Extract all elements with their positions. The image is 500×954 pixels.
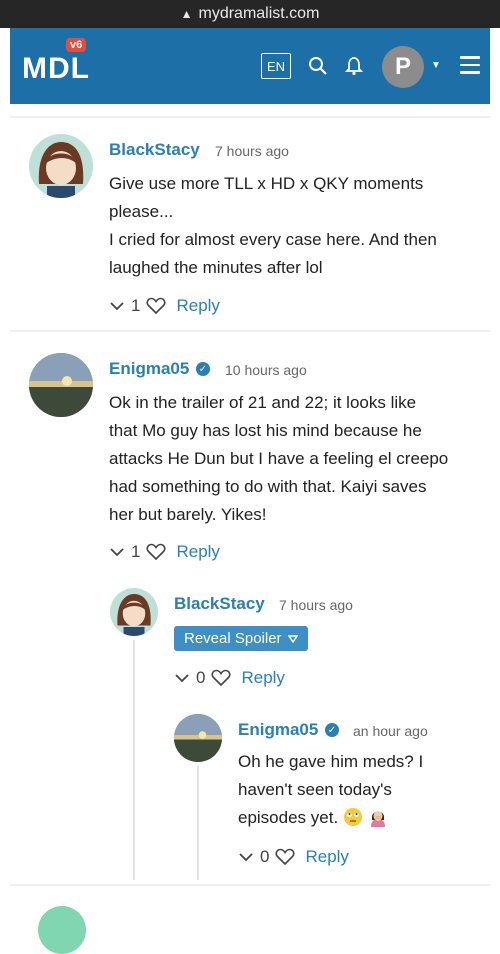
comment-text-line: attacks He Dun but I have a feeling el c… [109, 449, 449, 468]
comment-body: Give use more TLL x HD x QKY moments ple… [109, 170, 479, 282]
triangle-icon: ▲ [180, 7, 193, 21]
facepalm-person-emoji-icon [370, 811, 385, 827]
eye-roll-emoji-icon [343, 808, 362, 826]
comment-actions: 0 Reply [174, 668, 285, 688]
hamburger-menu-icon[interactable] [460, 56, 480, 74]
comment-timestamp: an hour ago [353, 723, 428, 739]
avatar[interactable] [174, 714, 222, 762]
comment-text-line: her but barely. Yikes! [109, 505, 267, 524]
comment-text-line: Ok in the trailer of 21 and 22; it looks… [109, 393, 417, 412]
comment-text-line: Give use more TLL x HD x QKY moments [109, 174, 424, 193]
chevron-down-icon[interactable] [238, 851, 254, 863]
avatar[interactable] [29, 134, 93, 198]
avatar[interactable] [38, 906, 86, 954]
top-navbar: MDL v6 EN P ▼ [10, 28, 490, 104]
comment-text-line: episodes yet. [238, 808, 339, 827]
verified-badge-icon: ✓ [196, 362, 210, 376]
heart-icon[interactable] [275, 848, 295, 866]
comment-text-line: laughed the minutes after lol [109, 258, 323, 277]
like-count: 0 [196, 668, 206, 687]
comment-actions: 1 Reply [109, 296, 220, 316]
chevron-down-icon[interactable]: ▼ [431, 60, 441, 71]
like-count: 1 [131, 296, 141, 315]
reply-button[interactable]: Reply [241, 668, 284, 688]
divider [10, 116, 490, 118]
divider [10, 884, 490, 886]
chevron-down-icon[interactable] [174, 672, 190, 684]
comment-text-line: please... [109, 202, 174, 221]
comment-timestamp: 7 hours ago [279, 597, 353, 613]
bell-icon[interactable] [344, 56, 364, 76]
comment-username[interactable]: Enigma05 [109, 359, 189, 379]
user-avatar[interactable]: P [382, 46, 424, 88]
caret-down-icon [287, 634, 298, 643]
heart-icon[interactable] [146, 297, 166, 315]
comment-username[interactable]: Enigma05 [238, 720, 318, 740]
heart-icon[interactable] [146, 543, 166, 561]
reveal-spoiler-label: Reveal Spoiler [184, 630, 282, 647]
language-button[interactable]: EN [261, 53, 291, 79]
comment-body: Oh he gave him meds? I haven't seen toda… [238, 748, 478, 832]
comment-username[interactable]: BlackStacy [174, 594, 265, 614]
comment-timestamp: 7 hours ago [215, 143, 289, 159]
search-icon[interactable] [308, 56, 328, 76]
comment-text-line: had something to do with that. Kaiyi sav… [109, 477, 427, 496]
comment-text-line-with-emoji: episodes yet. [238, 804, 478, 832]
comment-body: Ok in the trailer of 21 and 22; it looks… [109, 389, 484, 529]
thread-line [197, 766, 199, 880]
comment-actions: 1 Reply [109, 542, 220, 562]
reply-button[interactable]: Reply [305, 847, 348, 867]
avatar[interactable] [29, 353, 93, 417]
like-count: 1 [131, 542, 141, 561]
browser-url-bar[interactable]: ▲ mydramalist.com [0, 0, 500, 28]
verified-badge-icon: ✓ [325, 723, 339, 737]
reply-button[interactable]: Reply [176, 296, 219, 316]
comment-text-line: that Mo guy has lost his mind because he [109, 421, 422, 440]
comment-actions: 0 Reply [238, 847, 349, 867]
comment-text-line: Oh he gave him meds? I [238, 752, 424, 771]
like-count: 0 [260, 847, 270, 866]
comment-timestamp: 10 hours ago [225, 362, 307, 378]
comment-text-line: I cried for almost every case here. And … [109, 230, 437, 249]
version-badge: v6 [66, 38, 87, 52]
thread-line [133, 640, 135, 880]
divider [10, 330, 490, 332]
chevron-down-icon[interactable] [109, 546, 125, 558]
reveal-spoiler-button[interactable]: Reveal Spoiler [174, 626, 308, 651]
comment-username[interactable]: BlackStacy [109, 140, 200, 160]
chevron-down-icon[interactable] [109, 300, 125, 312]
heart-icon[interactable] [211, 669, 231, 687]
reply-button[interactable]: Reply [176, 542, 219, 562]
comment-text-line: haven't seen today's [238, 780, 392, 799]
avatar[interactable] [110, 588, 158, 636]
url-text: mydramalist.com [198, 5, 320, 22]
mdl-logo[interactable]: MDL [22, 52, 90, 86]
